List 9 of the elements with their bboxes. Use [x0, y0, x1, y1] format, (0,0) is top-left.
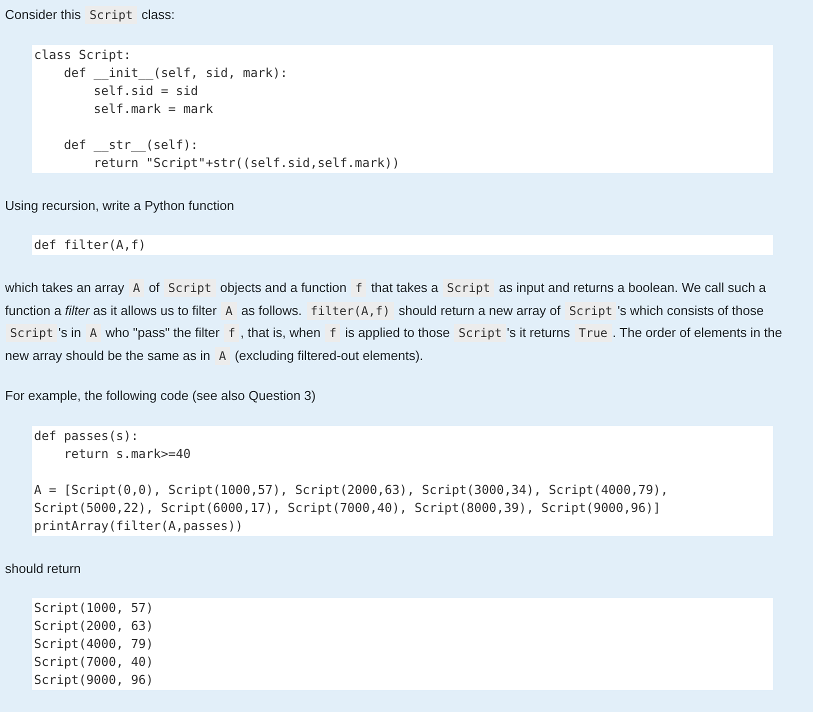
question-text: Using recursion, write a Python function [5, 196, 236, 215]
code-block: Script(1000, 57) Script(2000, 63) Script(4000, 79) Script(7000, 40) Script(9000, 96) [32, 598, 773, 690]
question-text: For example, the following code (see also Question 3) [5, 387, 317, 405]
question-text: should return [5, 560, 82, 578]
code-block: def filter(A,f) [32, 235, 773, 255]
code-block: def passes(s): return s.mark>=40 A = [Script(0,0), Script(1000,57), Script(2000,63), Script(3000,34), Script(4000,79), Script(5000,22), Script(6000,17), Script(7000,40), Script(8000,39), Script(9000,96)] printArray(filter(A,passes)) [32, 426, 773, 536]
question-text: which takes an array A of Script objects and a function f that takes a Script as input and returns a boolean. We call such a function a filter as it allows us to filter A as follows. filter(A,f) should return a new array of Script 's which consists of those Script 's in A who "pass" the filter f , that is, when f is applied to those Script 's it returns True . The order of elements in the new array should be the same as in A (excluding filtered-out elements). [5, 278, 784, 366]
question-text: Consider this Script class: [5, 5, 176, 26]
code-block: class Script: def __init__(self, sid, mark): self.sid = sid self.mark = mark def __str__(self): return "Script"+str((self.sid,self.mark)) [32, 44, 773, 172]
